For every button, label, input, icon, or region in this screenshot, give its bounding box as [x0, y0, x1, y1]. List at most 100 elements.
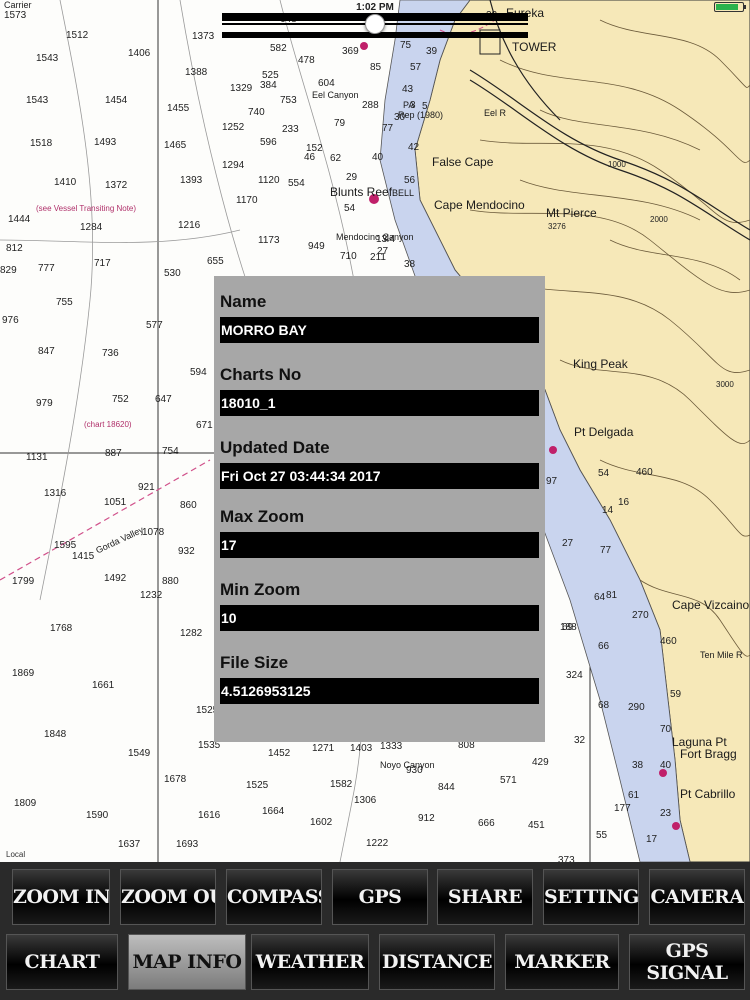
depth-sounding: 976: [2, 315, 19, 326]
place-name: PA: [403, 100, 415, 110]
depth-sounding: 710: [340, 251, 357, 262]
depth-sounding: 478: [298, 55, 315, 66]
depth-sounding: 1406: [128, 48, 151, 59]
depth-sounding: 1602: [310, 817, 333, 828]
chart-note: Local: [6, 850, 26, 859]
marker-button[interactable]: MARKER: [505, 934, 619, 990]
share-button[interactable]: SHARE: [437, 869, 533, 925]
depth-sounding: 429: [532, 757, 549, 768]
depth-sounding: 77: [382, 123, 394, 134]
depth-sounding: 1131: [26, 452, 48, 463]
depth-sounding: 1455: [167, 103, 190, 114]
depth-sounding: 188: [560, 622, 577, 633]
depth-sounding: 671: [196, 420, 213, 431]
depth-sounding: 211: [370, 252, 386, 263]
chart-button[interactable]: CHART: [6, 934, 118, 990]
info-value: MORRO BAY: [220, 317, 539, 343]
place-name: Mendocino Canyon: [336, 232, 414, 242]
depth-sounding: 1282: [180, 628, 203, 639]
depth-sounding: 755: [56, 297, 73, 308]
depth-sounding: 1768: [50, 623, 73, 634]
compass-button[interactable]: COMPASS: [226, 869, 322, 925]
depth-sounding: 1216: [178, 220, 201, 231]
depth-sounding: 1869: [12, 668, 35, 679]
map-info-button[interactable]: MAP INFO: [128, 934, 246, 990]
weather-button[interactable]: WEATHER: [251, 934, 369, 990]
depth-sounding: 177: [614, 803, 631, 814]
depth-sounding: 42: [408, 142, 420, 153]
depth-sounding: 754: [162, 446, 179, 457]
slider-thumb[interactable]: [365, 14, 385, 34]
info-label: File Size: [220, 653, 289, 672]
zoom-out-button[interactable]: ZOOM OUT: [120, 869, 216, 925]
place-name: Eel R: [484, 108, 507, 118]
depth-sounding: 571: [500, 775, 517, 786]
depth-sounding: 1294: [222, 160, 245, 171]
depth-sounding: 1173: [258, 235, 280, 246]
zoom-in-button[interactable]: ZOOM IN: [12, 869, 110, 925]
depth-sounding: 54: [344, 203, 356, 214]
depth-sounding: 1078: [142, 527, 165, 538]
place-name: Blunts Reef: [330, 185, 393, 199]
nautical-chart-map[interactable]: 1573 1512 1406 1543 1373 1388 1454 1543 1455 1329…: [0, 0, 750, 862]
bottom-toolbar: ZOOM IN ZOOM OUT COMPASS GPS SHARE SETTI…: [0, 862, 750, 1000]
info-value: 18010_1: [220, 390, 539, 416]
camera-button[interactable]: CAMERA: [649, 869, 745, 925]
info-row-min-zoom: Min Zoom 10: [220, 578, 539, 631]
depth-sounding: 582: [270, 43, 287, 54]
depth-sounding: 62: [330, 153, 342, 164]
info-value: 4.5126953125: [220, 678, 539, 704]
depth-sounding: 1693: [176, 839, 199, 850]
settings-button[interactable]: SETTINGS: [543, 869, 639, 925]
depth-sounding: 717: [94, 258, 111, 269]
depth-sounding: 979: [36, 398, 53, 409]
depth-sounding: 43: [402, 84, 414, 95]
depth-sounding: 38: [404, 259, 416, 270]
zoom-slider[interactable]: [222, 10, 528, 38]
depth-sounding: 66: [598, 641, 610, 652]
depth-sounding: 77: [600, 545, 612, 556]
elevation-label: 3000: [716, 380, 734, 389]
toolbar-row-2: CHART MAP INFO WEATHER DISTANCE MARKER G…: [0, 932, 750, 994]
info-label: Min Zoom: [220, 580, 301, 599]
depth-sounding: 860: [180, 500, 197, 511]
depth-sounding: 1543: [26, 95, 49, 106]
depth-sounding: 59: [670, 689, 682, 700]
depth-sounding: 1393: [180, 175, 203, 186]
depth-sounding: 1465: [164, 140, 187, 151]
depth-sounding: 40: [660, 760, 672, 771]
depth-sounding: 373: [558, 855, 575, 862]
depth-sounding: 1388: [185, 67, 208, 78]
info-row-updated-date: Updated Date Fri Oct 27 03:44:34 2017: [220, 436, 539, 489]
depth-sounding: 64: [594, 592, 606, 603]
depth-sounding: 604: [318, 78, 335, 89]
depth-sounding: 57: [410, 62, 422, 73]
depth-sounding: 1543: [36, 53, 59, 64]
depth-sounding: 847: [38, 346, 55, 357]
depth-sounding: 1222: [366, 838, 389, 849]
gps-button[interactable]: GPS: [332, 869, 428, 925]
depth-sounding: 288: [362, 100, 379, 111]
depth-sounding: 530: [164, 268, 181, 279]
depth-sounding: 647: [155, 394, 172, 405]
depth-sounding: 912: [418, 813, 435, 824]
gps-signal-button[interactable]: GPS SIGNAL: [629, 934, 745, 990]
depth-sounding: 1518: [30, 138, 53, 149]
distance-button[interactable]: DISTANCE: [379, 934, 495, 990]
depth-sounding: 56: [404, 175, 416, 186]
depth-sounding: 1492: [104, 573, 127, 584]
depth-sounding: 932: [178, 546, 195, 557]
depth-sounding: 1316: [44, 488, 67, 499]
depth-sounding: 596: [260, 137, 277, 148]
chart-note: (see Vessel Transiting Note): [36, 204, 137, 213]
depth-sounding: 55: [596, 830, 608, 841]
depth-sounding: 68: [598, 700, 610, 711]
info-value: 10: [220, 605, 539, 631]
depth-sounding: 81: [606, 590, 618, 601]
depth-sounding: 752: [112, 394, 129, 405]
depth-sounding: 921: [138, 482, 155, 493]
depth-sounding: 1664: [262, 806, 285, 817]
depth-sounding: 1051: [104, 497, 127, 508]
depth-sounding: 577: [146, 320, 163, 331]
info-label: Name: [220, 292, 267, 311]
